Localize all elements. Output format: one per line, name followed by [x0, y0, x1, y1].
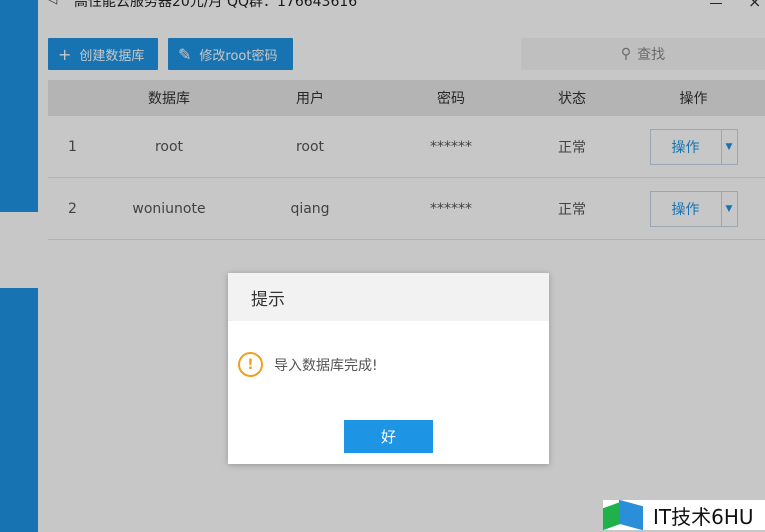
dialog-body: ! 导入数据库完成!	[238, 352, 378, 377]
watermark: IT技术6HU	[603, 499, 765, 531]
watermark-text: IT技术6HU	[653, 504, 754, 529]
exclamation-circle-icon: !	[238, 352, 263, 377]
dialog-title: 提示	[228, 273, 549, 321]
alert-dialog: 提示 ! 导入数据库完成! 好	[228, 273, 549, 464]
watermark-logo	[603, 499, 645, 531]
dialog-message: 导入数据库完成!	[274, 357, 378, 374]
ok-button[interactable]: 好	[344, 420, 433, 453]
